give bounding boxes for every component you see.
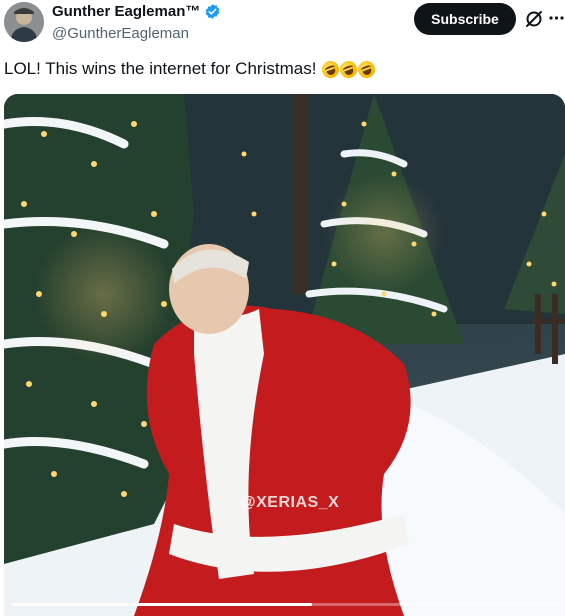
author-handle[interactable]: @GuntherEagleman [52, 25, 189, 42]
author-name[interactable]: Gunther Eagleman™ [52, 3, 200, 20]
verified-badge-icon [204, 3, 221, 20]
avatar[interactable] [4, 2, 44, 42]
laughing-emoji-icon [356, 58, 378, 80]
video-player[interactable]: @XERIAS_X [4, 94, 565, 616]
tweet-body: LOL! This wins the internet for Christma… [4, 59, 317, 78]
tweet-header: Gunther Eagleman™ @GuntherEagleman Subsc… [0, 0, 565, 48]
video-progress-fill [12, 603, 312, 606]
tweet-text: LOL! This wins the internet for Christma… [4, 58, 378, 80]
more-horizontal-icon[interactable] [548, 8, 565, 28]
subscribe-button[interactable]: Subscribe [414, 3, 516, 35]
slashed-circle-icon[interactable] [524, 9, 544, 29]
video-watermark: @XERIAS_X [240, 494, 340, 511]
video-progress-bar[interactable] [12, 603, 557, 606]
laughing-emoji-icon [320, 58, 342, 80]
laughing-emoji-icon [338, 58, 360, 80]
video-frame [4, 94, 565, 616]
emoji-group [320, 58, 378, 80]
